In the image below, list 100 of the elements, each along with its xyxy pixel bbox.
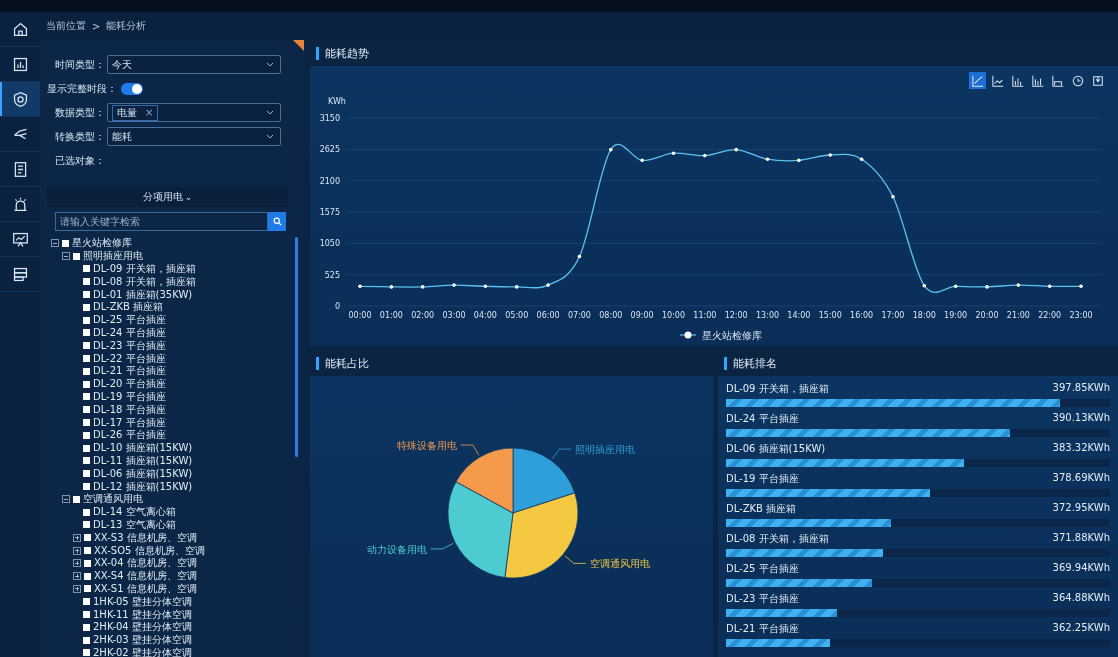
tree-checkbox[interactable] [83,444,90,452]
tree-checkbox[interactable] [83,419,90,427]
tree-item-label[interactable]: 2HK-03 壁挂分体空调 [93,633,192,648]
panel-title: 能耗趋势 [325,45,369,61]
tree-checkbox[interactable] [83,291,90,299]
tree-checkbox[interactable] [83,649,90,657]
tree-item-label[interactable]: DL-14 空气离心箱 [93,505,176,520]
tree-item-label[interactable]: XX-S1 信息机房、空调 [94,581,197,596]
tree-item-label[interactable]: DL-21 平台插座 [93,364,166,379]
y-axis-label: KWh [328,97,346,106]
tree-checkbox[interactable] [84,585,91,593]
expander-toggle[interactable] [73,572,81,581]
search-button[interactable] [268,212,286,231]
tree-checkbox[interactable] [83,636,90,644]
tree-checkbox[interactable] [83,393,90,401]
tree-item-label[interactable]: DL-11 插座箱(15KW) [93,453,193,468]
tree-item-label[interactable]: DL-09 开关箱，插座箱 [93,262,196,276]
tree-checkbox[interactable] [83,316,90,324]
tree-checkbox[interactable] [62,239,69,247]
time-type-select[interactable]: 今天 [107,55,281,74]
tree-checkbox[interactable] [83,355,90,363]
tree-checkbox[interactable] [84,559,91,567]
tree-checkbox[interactable] [83,470,90,478]
tree-item-label[interactable]: 空调通风用电 [83,492,143,507]
tree-item-label[interactable]: DL-23 平台插座 [93,338,166,353]
expander-toggle[interactable] [62,495,70,504]
search-icon [272,217,282,226]
tree-checkbox[interactable] [83,521,90,529]
expander-toggle[interactable] [73,533,81,542]
category-dropdown[interactable]: 分项用电 ⌄ [47,187,288,207]
bar-chart-icon [1011,74,1024,87]
tree-checkbox[interactable] [83,457,90,465]
tree-item-label[interactable]: XX-S3 信息机房、空调 [94,530,197,545]
expander-toggle[interactable] [62,252,70,261]
tree-item-label[interactable]: 1HK-05 壁挂分体空调 [93,594,192,609]
tree-item-label[interactable]: DL-22 平台插座 [93,351,166,366]
tree-item-label[interactable]: 星火站检修库 [72,237,132,251]
tree-item-label[interactable]: DL-06 插座箱(15KW) [93,466,193,481]
ranking-name: DL-24 平台插座 [726,411,799,426]
x-tick-label: 04:00 [473,311,497,320]
tree-checkbox[interactable] [83,342,90,350]
tree-checkbox[interactable] [73,252,80,260]
tree-checkbox[interactable] [83,431,90,439]
selected-tag: 电量 × [112,104,159,121]
expander-toggle[interactable] [73,584,81,593]
convert-type-select[interactable]: 能耗 [107,127,281,146]
tree-item-label[interactable]: DL-18 平台插座 [93,402,166,417]
tree-item-label[interactable]: 2HK-02 壁挂分体空调 [93,645,192,657]
tree-checkbox[interactable] [83,303,90,311]
ranking-name: DL-23 平台插座 [726,591,799,606]
tree-checkbox[interactable] [83,623,90,631]
tree-item-label[interactable]: DL-25 平台插座 [93,313,166,328]
tree-checkbox[interactable] [83,483,90,491]
tree-item-label[interactable]: DL-17 平台插座 [93,415,166,430]
data-point [1016,283,1021,287]
tree-item-label[interactable]: DL-12 插座箱(15KW) [93,479,193,494]
tree-item-label[interactable]: 2HK-04 壁挂分体空调 [93,620,192,635]
tree-checkbox[interactable] [73,495,80,503]
tree-checkbox[interactable] [83,329,90,337]
tag-remove-button[interactable]: × [145,107,154,118]
tree-item-label[interactable]: DL-19 平台插座 [93,389,166,404]
tree-item-label[interactable]: DL-01 插座箱(35KW) [93,287,193,302]
search-field[interactable]: 请输入关键字检索 [55,212,268,231]
tree-item-label[interactable]: DL-24 平台插座 [93,326,166,340]
data-point [452,283,456,287]
tree-checkbox[interactable] [83,265,90,273]
tree-checkbox[interactable] [84,572,91,580]
nav-button[interactable] [0,82,40,117]
tree-item-label[interactable]: 照明插座用电 [83,249,143,264]
tree-checkbox[interactable] [83,611,90,618]
toggle-switch[interactable] [121,82,143,95]
tree-checkbox[interactable] [83,367,90,375]
tree-item-label[interactable]: DL-10 插座箱(15KW) [93,441,193,456]
ranking-value: 372.95KWh [1052,501,1110,515]
expander-toggle[interactable] [51,239,59,248]
tree-item-label[interactable]: DL-20 平台插座 [93,377,166,392]
slice-label: 特殊设备用电 [396,440,457,451]
expander-toggle[interactable] [73,559,81,568]
tree-item-label[interactable]: XX-04 信息机房、空调 [94,556,197,571]
scrollbar[interactable] [295,237,298,457]
expander-toggle[interactable] [73,546,81,555]
tree-item-label[interactable]: DL-ZKB 插座箱 [93,300,164,315]
database-icon [11,265,29,283]
tree-item-label[interactable]: XX-SO5 信息机房、空调 [94,543,205,558]
tree-checkbox[interactable] [83,508,90,516]
tree-item-label[interactable]: XX-S4 信息机房、空调 [94,569,197,584]
x-tick-label: 12:00 [724,311,748,320]
tree-checkbox[interactable] [83,406,90,414]
leader-line [430,543,454,550]
tree-item-label[interactable]: DL-08 开关箱，插座箱 [93,274,196,289]
tree-checkbox[interactable] [83,598,90,606]
tree-item-label[interactable]: DL-13 空气离心箱 [93,517,176,532]
tree-item-label[interactable]: 1HK-11 壁挂分体空调 [93,607,192,622]
tree-checkbox[interactable] [83,380,90,388]
data-type-select[interactable]: 电量 × [107,103,281,122]
tree-item-label[interactable]: DL-26 平台插座 [93,428,166,443]
tree-checkbox[interactable] [84,547,91,554]
tree-checkbox[interactable] [84,534,91,542]
ranking-name: DL-19 平台插座 [726,471,799,486]
tree-checkbox[interactable] [83,278,90,286]
